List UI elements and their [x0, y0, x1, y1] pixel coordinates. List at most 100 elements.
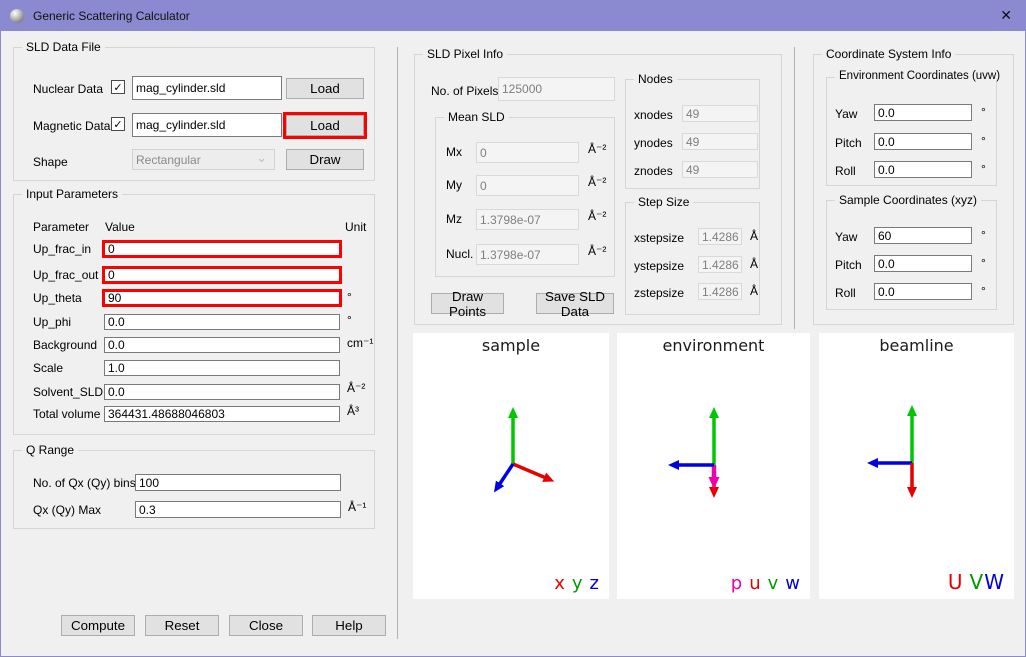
sample-pitch-label: Pitch — [835, 258, 862, 272]
zstepsize-input: 1.4286 — [698, 283, 742, 300]
total-volume-unit: Å³ — [347, 404, 359, 418]
sample-axes-plot — [413, 333, 609, 599]
xstepsize-unit: Å — [750, 229, 758, 243]
legend-u: u — [749, 573, 760, 594]
reset-button[interactable]: Reset — [145, 615, 219, 636]
up-frac-in-label: Up_frac_in — [33, 242, 91, 256]
up-frac-in-input[interactable]: 0 — [102, 240, 342, 258]
qx-bins-input[interactable]: 100 — [135, 474, 341, 491]
no-of-pixels-input: 125000 — [498, 77, 615, 101]
env-roll-label: Roll — [835, 164, 856, 178]
sample-roll-unit: ° — [981, 284, 986, 298]
solvent-sld-input[interactable]: 0.0 — [104, 384, 340, 400]
zstepsize-label: zstepsize — [634, 286, 684, 300]
draw-points-button[interactable]: Draw Points — [431, 293, 504, 314]
znodes-input: 49 — [682, 161, 758, 178]
scale-input[interactable]: 1.0 — [104, 360, 340, 376]
legend-V: V — [970, 570, 984, 594]
my-label: My — [446, 178, 462, 192]
beamline-axes-plot — [819, 333, 1014, 599]
env-pitch-unit: ° — [981, 134, 986, 148]
up-frac-out-label: Up_frac_out — [33, 268, 98, 282]
magnetic-load-button[interactable]: Load — [286, 115, 364, 136]
group-nodes: Nodes xnodes 49 ynodes 49 znodes 49 — [625, 79, 760, 189]
group-input-parameters: Input Parameters Parameter Value Unit Up… — [13, 194, 375, 435]
group-title: Coordinate System Info — [822, 47, 955, 61]
env-pitch-label: Pitch — [835, 136, 862, 150]
legend-U: U — [948, 570, 963, 594]
environment-axes-panel: environment puvw — [617, 333, 810, 599]
solvent-sld-unit: Å⁻² — [347, 381, 365, 395]
znodes-label: znodes — [634, 164, 673, 178]
qx-max-label: Qx (Qy) Max — [33, 503, 101, 517]
environment-axes-legend: puvw — [731, 573, 800, 594]
magnetic-load-highlight: Load — [283, 112, 367, 139]
close-button[interactable]: Close — [229, 615, 303, 636]
solvent-sld-label: Solvent_SLD — [33, 385, 103, 399]
sample-axes-legend: xyz — [554, 573, 599, 594]
nuclear-data-file-input[interactable]: mag_cylinder.sld — [132, 76, 282, 100]
background-input[interactable]: 0.0 — [104, 337, 340, 353]
total-volume-input[interactable]: 364431.48688046803 — [104, 406, 340, 422]
mz-unit: Å⁻² — [588, 209, 606, 223]
magnetic-data-file-input[interactable]: mag_cylinder.sld — [132, 113, 282, 137]
sample-yaw-label: Yaw — [835, 230, 857, 244]
qx-max-input[interactable]: 0.3 — [135, 501, 341, 518]
sample-pitch-input[interactable]: 0.0 — [874, 255, 972, 272]
qx-bins-label: No. of Qx (Qy) bins — [33, 476, 136, 490]
group-title: Environment Coordinates (uvw) — [835, 70, 1004, 82]
mz-label: Mz — [446, 212, 462, 226]
generic-scattering-calculator-window: Generic Scattering Calculator ✕ SLD Data… — [0, 0, 1026, 657]
environment-axes-plot — [617, 333, 810, 599]
chevron-down-icon: ⌄ — [256, 150, 267, 166]
group-title: Input Parameters — [22, 187, 122, 201]
up-theta-label: Up_theta — [33, 291, 82, 305]
ystepsize-unit: Å — [750, 257, 758, 271]
background-label: Background — [33, 338, 97, 352]
scale-label: Scale — [33, 361, 63, 375]
checkmark-icon: ✓ — [113, 81, 122, 94]
group-title: SLD Data File — [22, 40, 105, 54]
group-coordinate-system-info: Coordinate System Info Environment Coord… — [813, 54, 1014, 325]
group-title: SLD Pixel Info — [423, 47, 507, 61]
sample-yaw-input[interactable]: 60 — [874, 227, 972, 244]
shape-dropdown[interactable]: Rectangular ⌄ — [132, 149, 275, 170]
env-pitch-input[interactable]: 0.0 — [874, 133, 972, 150]
group-sample-coordinates: Sample Coordinates (xyz) Yaw 60 ° Pitch … — [826, 200, 997, 310]
legend-x: x — [554, 573, 565, 594]
env-yaw-input[interactable]: 0.0 — [874, 104, 972, 121]
up-theta-unit: ° — [347, 290, 352, 304]
group-mean-sld: Mean SLD Mx 0 Å⁻² My 0 Å⁻² Mz 1.3798e-07… — [435, 117, 615, 277]
group-sld-data-file: SLD Data File Nuclear Data ✓ mag_cylinde… — [13, 47, 375, 181]
help-button[interactable]: Help — [312, 615, 386, 636]
sample-axes-panel: sample xyz — [413, 333, 609, 599]
shape-label: Shape — [33, 155, 68, 169]
nuclear-load-button[interactable]: Load — [286, 78, 364, 99]
mx-input: 0 — [476, 142, 579, 163]
header-parameter: Parameter — [33, 220, 89, 234]
sample-roll-input[interactable]: 0.0 — [874, 283, 972, 300]
nuclear-data-checkbox[interactable]: ✓ — [111, 80, 125, 94]
env-yaw-label: Yaw — [835, 107, 857, 121]
window-title: Generic Scattering Calculator — [33, 9, 190, 23]
app-icon — [10, 9, 24, 23]
up-theta-input[interactable]: 90 — [102, 289, 342, 307]
qx-max-unit: Å⁻¹ — [348, 500, 366, 514]
magnetic-data-label: Magnetic Data — [33, 119, 110, 133]
draw-button[interactable]: Draw — [286, 149, 364, 170]
total-volume-label: Total volume — [33, 407, 100, 421]
header-value: Value — [105, 220, 135, 234]
up-phi-input[interactable]: 0.0 — [104, 314, 340, 330]
compute-button[interactable]: Compute — [61, 615, 135, 636]
env-roll-input[interactable]: 0.0 — [874, 161, 972, 178]
up-frac-out-input[interactable]: 0 — [102, 266, 342, 284]
nucl-label: Nucl. — [446, 247, 473, 261]
close-icon[interactable]: ✕ — [1000, 7, 1012, 24]
ystepsize-input: 1.4286 — [698, 256, 742, 273]
up-phi-label: Up_phi — [33, 315, 71, 329]
group-title: Nodes — [634, 72, 677, 86]
xstepsize-input: 1.4286 — [698, 228, 742, 245]
save-sld-data-button[interactable]: Save SLD Data — [536, 293, 614, 314]
group-title: Q Range — [22, 443, 78, 457]
magnetic-data-checkbox[interactable]: ✓ — [111, 117, 125, 131]
